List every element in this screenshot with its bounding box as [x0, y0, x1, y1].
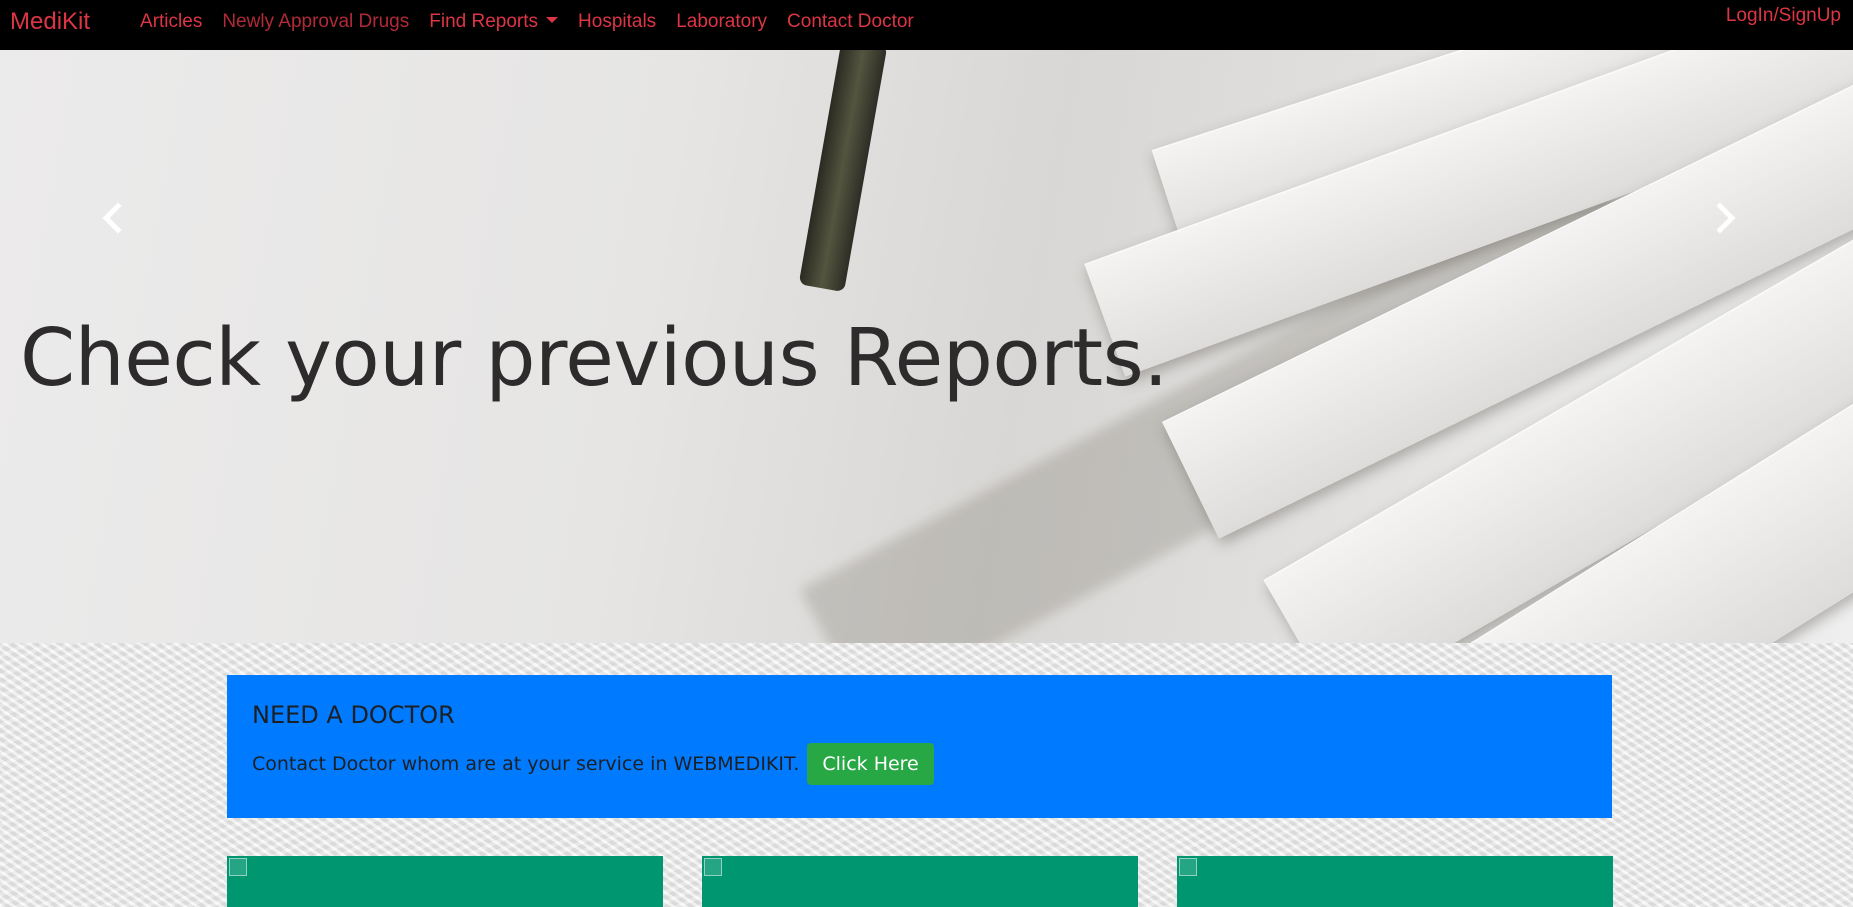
carousel-next-button[interactable]	[1710, 200, 1740, 236]
nav-links: Articles Newly Approval Drugs Find Repor…	[140, 11, 934, 36]
chevron-right-icon	[1716, 202, 1736, 234]
need-doctor-text: Contact Doctor whom are at your service …	[252, 753, 800, 775]
chevron-left-icon	[102, 202, 122, 234]
carousel-prev-button[interactable]	[98, 200, 128, 236]
nav-find-reports-dropdown[interactable]: Find Reports	[429, 11, 559, 33]
nav-find-reports-label: Find Reports	[429, 11, 539, 32]
feature-card[interactable]	[702, 856, 1138, 907]
brand-logo[interactable]: MediKit	[10, 10, 90, 34]
feature-card[interactable]	[1177, 856, 1613, 907]
nav-laboratory[interactable]: Laboratory	[676, 11, 767, 33]
twine-string	[798, 50, 888, 293]
nav-articles[interactable]: Articles	[140, 11, 202, 33]
nav-contact-doctor[interactable]: Contact Doctor	[787, 11, 914, 33]
need-doctor-title: NEED A DOCTOR	[252, 701, 455, 729]
feature-card[interactable]	[227, 856, 663, 907]
carousel-caption: Check your previous Reports.	[20, 312, 1168, 404]
broken-image-icon	[704, 858, 722, 876]
need-doctor-row: Contact Doctor whom are at your service …	[252, 743, 1587, 785]
nav-hospitals[interactable]: Hospitals	[578, 11, 656, 33]
click-here-button[interactable]: Click Here	[807, 743, 934, 785]
broken-image-icon	[1179, 858, 1197, 876]
hero-carousel: Check your previous Reports.	[0, 50, 1853, 643]
broken-image-icon	[229, 858, 247, 876]
navbar: MediKit Articles Newly Approval Drugs Fi…	[0, 0, 1853, 50]
nav-newly-approval-drugs[interactable]: Newly Approval Drugs	[222, 11, 409, 33]
login-signup-link[interactable]: LogIn/SignUp	[1726, 5, 1841, 27]
need-doctor-banner: NEED A DOCTOR Contact Doctor whom are at…	[227, 675, 1612, 818]
caret-down-icon	[546, 16, 559, 23]
